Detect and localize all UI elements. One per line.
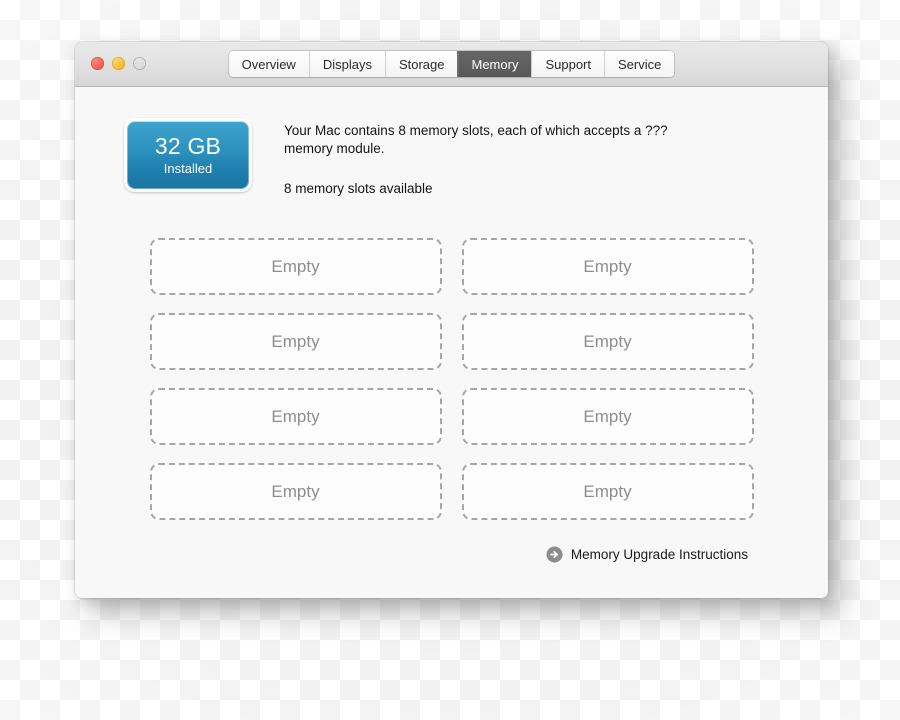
memory-panel: 32 GB Installed Your Mac contains 8 memo…	[75, 88, 828, 598]
tab-storage[interactable]: Storage	[384, 51, 458, 77]
installed-memory-label: Installed	[163, 161, 213, 176]
tab-displays[interactable]: Displays	[308, 51, 385, 77]
memory-slot[interactable]: Empty	[461, 388, 754, 445]
tab-bar: Overview Displays Storage Memory Support…	[228, 51, 675, 77]
transparency-checkerboard-backdrop: Overview Displays Storage Memory Support…	[0, 0, 900, 720]
memory-slot[interactable]: Empty	[461, 463, 754, 520]
tab-service[interactable]: Service	[604, 51, 675, 77]
memory-slots-available: 8 memory slots available	[284, 181, 433, 196]
minimize-window-button[interactable]	[112, 57, 125, 70]
memory-slot[interactable]: Empty	[461, 313, 754, 370]
window-titlebar: Overview Displays Storage Memory Support…	[75, 42, 828, 87]
memory-panel-footer: Memory Upgrade Instructions	[109, 546, 794, 563]
memory-summary-text: Your Mac contains 8 memory slots, each o…	[284, 118, 694, 198]
memory-slot[interactable]: Empty	[461, 238, 754, 295]
memory-slot[interactable]: Empty	[149, 238, 442, 295]
tab-memory[interactable]: Memory	[457, 51, 532, 77]
memory-upgrade-instructions-label: Memory Upgrade Instructions	[570, 547, 748, 562]
about-this-mac-window: Overview Displays Storage Memory Support…	[75, 42, 828, 598]
memory-slot[interactable]: Empty	[149, 388, 442, 445]
installed-memory-badge-inner: 32 GB Installed	[127, 121, 249, 189]
zoom-window-button	[133, 57, 146, 70]
tab-overview[interactable]: Overview	[228, 51, 309, 77]
close-window-button[interactable]	[91, 57, 104, 70]
installed-memory-value: 32 GB	[154, 133, 222, 159]
memory-summary: 32 GB Installed Your Mac contains 8 memo…	[109, 118, 794, 198]
memory-slot-grid: Empty Empty Empty Empty Empty Empty Empt…	[109, 238, 794, 520]
window-traffic-lights	[91, 57, 146, 70]
memory-slot[interactable]: Empty	[149, 463, 442, 520]
memory-upgrade-instructions-link[interactable]: Memory Upgrade Instructions	[546, 546, 748, 563]
arrow-right-circle-icon	[546, 546, 563, 563]
installed-memory-badge: 32 GB Installed	[124, 118, 252, 192]
memory-slots-description: Your Mac contains 8 memory slots, each o…	[284, 123, 668, 156]
memory-slot[interactable]: Empty	[149, 313, 442, 370]
tab-support[interactable]: Support	[531, 51, 604, 77]
